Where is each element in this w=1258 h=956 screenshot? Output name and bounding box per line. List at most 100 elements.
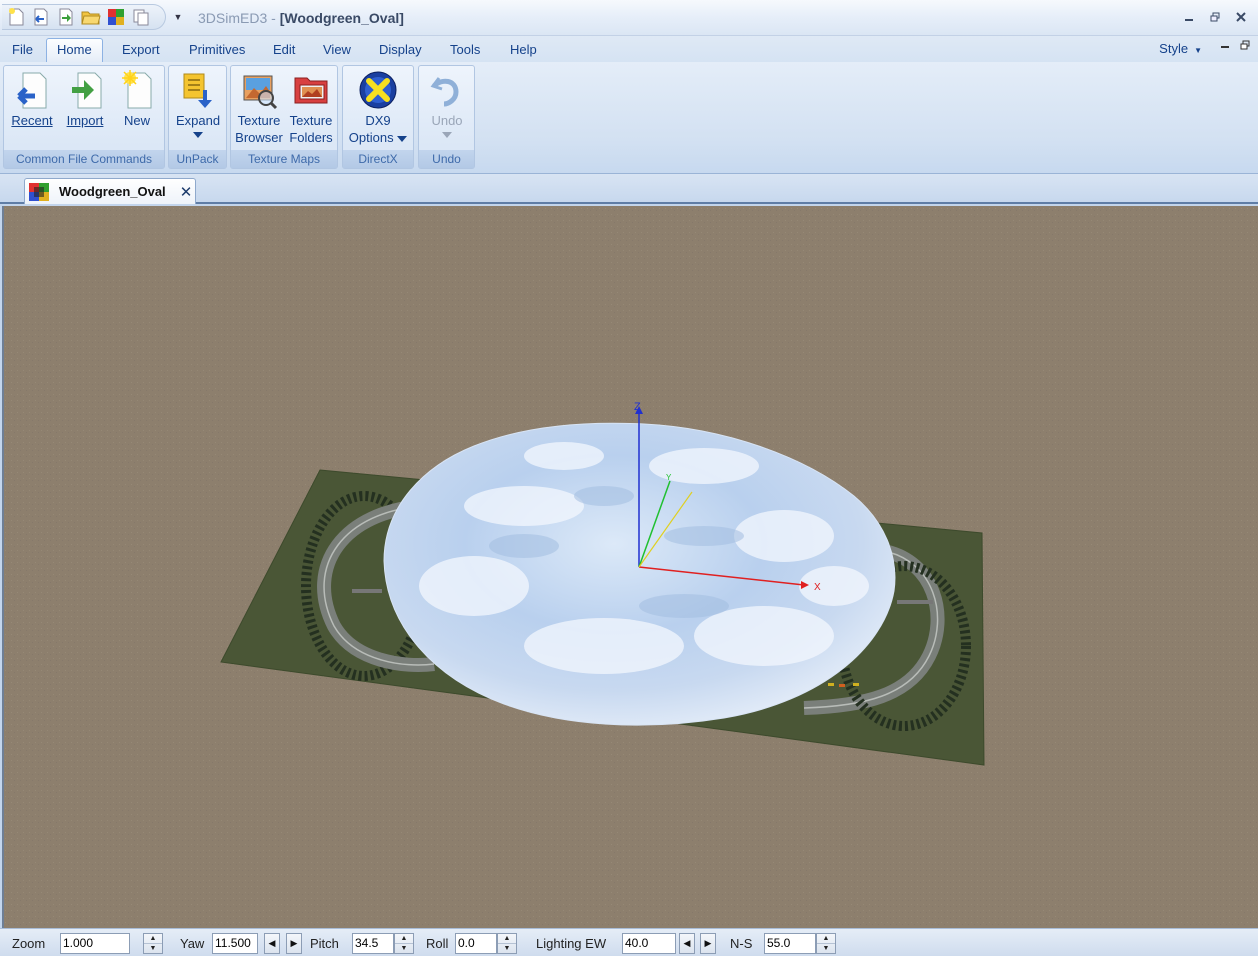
directx-icon [358,68,398,112]
pit-lane-left [352,589,382,593]
spin-up-icon[interactable]: ▲ [144,934,162,944]
menu-edit[interactable]: Edit [263,40,305,62]
qat-open-folder-icon[interactable] [79,6,103,28]
zoom-input[interactable]: 1.000 [60,933,130,954]
qat-new-icon[interactable] [4,6,28,28]
new-label: New [123,113,150,128]
recent-button[interactable]: Recent [8,68,56,152]
mdi-minimize-icon[interactable] [1221,40,1230,53]
yaw-left-arrow-icon[interactable]: ◀ [264,933,280,954]
pitch-spinner[interactable]: ▲ ▼ [394,933,414,954]
expand-button[interactable]: Expand [172,68,224,152]
mdi-controls [1221,40,1250,53]
group-unpack: Expand UnPack [168,65,227,169]
group-label-texture-maps: Texture Maps [231,150,337,168]
spin-down-icon[interactable]: ▼ [395,944,413,953]
group-label-undo: Undo [419,150,474,168]
group-texture-maps: Texture Browser Texture Folders Texture … [230,65,338,169]
quick-access-toolbar [2,4,166,30]
lighting-left-arrow-icon[interactable]: ◀ [679,933,695,954]
dx9-label-2: Options [348,130,394,145]
close-icon[interactable] [1230,6,1252,28]
undo-dropdown-icon [442,132,452,138]
menu-display[interactable]: Display [369,40,432,62]
import-label: Import [66,113,104,128]
spin-up-icon[interactable]: ▲ [395,934,413,944]
qat-import-icon[interactable] [54,6,78,28]
zoom-spinner[interactable]: ▲ ▼ [143,933,163,954]
title-separator: - [267,10,280,26]
yaw-input[interactable]: 11.500 [212,933,258,954]
scene-canvas[interactable]: Z X Y [4,206,1258,928]
minimize-icon[interactable] [1178,6,1200,28]
undo-icon [427,68,467,112]
ns-input[interactable]: 55.0 [764,933,816,954]
qat-texture-icon[interactable] [104,6,128,28]
qat-copy-icon[interactable] [129,6,153,28]
recent-label: Recent [11,113,53,128]
mdi-restore-icon[interactable] [1240,40,1250,53]
scene-icon [29,182,49,201]
texture-browser-button[interactable]: Texture Browser [233,68,285,152]
tab-close-icon[interactable]: ✕ [180,183,193,201]
window-title: 3DSimED3 - [Woodgreen_Oval] [198,10,404,26]
group-label-common-file: Common File Commands [4,150,164,168]
style-menu[interactable]: Style ▼ [1159,41,1202,56]
roll-input[interactable]: 0.0 [455,933,497,954]
window-controls [1178,6,1252,28]
lighting-right-arrow-icon[interactable]: ▶ [700,933,716,954]
z-axis-label: Z [634,401,641,413]
texture-folders-label-1: Texture [289,113,333,128]
roll-spinner[interactable]: ▲ ▼ [497,933,517,954]
zoom-label: Zoom [12,936,46,951]
status-bar: Zoom 1.000 ▲ ▼ Yaw 11.500 ◀ ▶ Pitch 34.5 … [0,928,1258,956]
menu-primitives[interactable]: Primitives [179,40,255,62]
pitch-input[interactable]: 34.5 [352,933,394,954]
texture-folders-button[interactable]: Texture Folders [285,68,337,152]
document-title: [Woodgreen_Oval] [279,10,404,26]
group-label-directx: DirectX [343,150,413,168]
menu-tools[interactable]: Tools [440,40,490,62]
qat-customize-dropdown-icon[interactable]: ▼ [172,9,184,25]
restore-icon[interactable] [1204,6,1226,28]
menu-file[interactable]: File [2,40,43,62]
yaw-right-arrow-icon[interactable]: ▶ [286,933,302,954]
spin-down-icon[interactable]: ▼ [817,944,835,953]
import-button[interactable]: Import [60,68,110,152]
menu-export[interactable]: Export [112,40,170,62]
recent-icon [12,68,52,112]
lighting-ew-input[interactable]: 40.0 [622,933,676,954]
x-axis-label: X [814,582,821,593]
texture-folders-label-2: Folders [289,130,333,145]
spin-down-icon[interactable]: ▼ [498,944,516,953]
group-common-file-commands: Recent Import New Common File Commands [3,65,165,169]
ribbon: Recent Import New Common File Commands E… [0,62,1258,174]
spin-up-icon[interactable]: ▲ [498,934,516,944]
dx9-options-button[interactable]: DX9 Options [346,68,410,152]
group-directx: DX9 Options DirectX [342,65,414,169]
group-undo: Undo Undo [418,65,475,169]
undo-button[interactable]: Undo [422,68,472,152]
tab-label: Woodgreen_Oval [59,184,166,199]
undo-label: Undo [431,113,463,128]
texture-folders-icon [291,68,331,112]
dx9-label-1: DX9 [365,113,391,128]
ns-label: N-S [730,936,753,951]
spin-down-icon[interactable]: ▼ [144,944,162,953]
menu-bar: File Home Export Primitives Edit View Di… [0,36,1258,63]
menu-home[interactable]: Home [46,38,103,63]
roll-label: Roll [426,936,449,951]
chevron-down-icon: ▼ [1194,46,1202,55]
tab-woodgreen-oval[interactable]: Woodgreen_Oval ✕ [24,178,196,204]
title-bar: ▼ 3DSimED3 - [Woodgreen_Oval] [0,0,1258,36]
menu-help[interactable]: Help [500,40,547,62]
dx9-options-label: Options [348,129,408,146]
spin-up-icon[interactable]: ▲ [817,934,835,944]
ns-spinner[interactable]: ▲ ▼ [816,933,836,954]
menu-view[interactable]: View [313,40,361,62]
qat-recent-icon[interactable] [29,6,53,28]
expand-dropdown-icon [193,132,203,138]
3d-viewport[interactable]: Z X Y [2,206,1258,928]
new-button[interactable]: New [114,68,160,152]
expand-icon [178,68,218,112]
